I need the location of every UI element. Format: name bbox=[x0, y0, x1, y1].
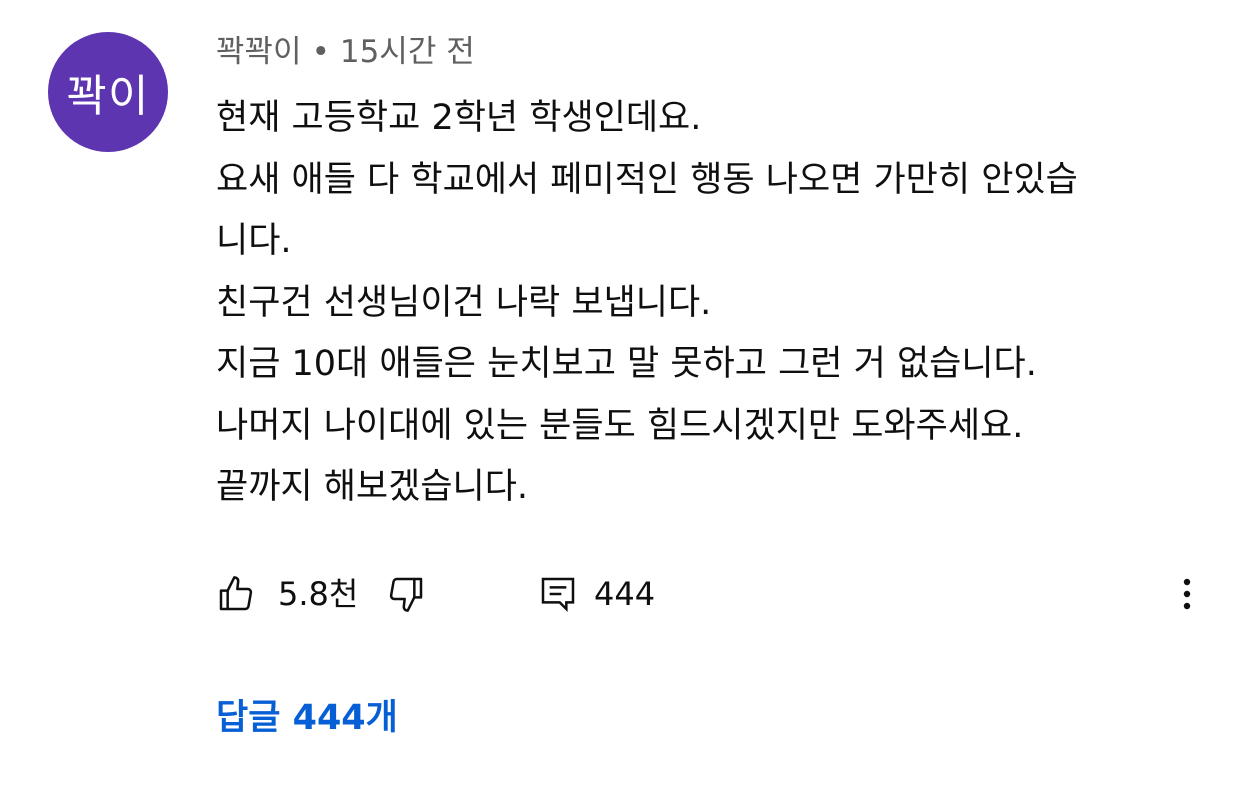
thumbs-down-icon bbox=[386, 574, 426, 614]
like-button[interactable] bbox=[216, 566, 256, 622]
more-vert-icon bbox=[1171, 574, 1203, 614]
like-count: 5.8천 bbox=[278, 575, 359, 613]
avatar[interactable]: 꽉이 bbox=[48, 32, 168, 152]
comment-text: 현재 고등학교 2학년 학생인데요. 요새 애들 다 학교에서 페미적인 행동 … bbox=[216, 88, 1196, 519]
reply-count: 444 bbox=[594, 575, 656, 613]
comment-line: 친구건 선생님이건 나락 보냅니다. bbox=[216, 282, 712, 323]
comment-line: 현재 고등학교 2학년 학생인데요. bbox=[216, 98, 702, 138]
comment-line: 지금 10대 애들은 눈치보고 말 못하고 그런 거 없습니다. bbox=[216, 344, 1037, 384]
comment-actions: 5.8천 444 bbox=[216, 566, 1206, 622]
dislike-button[interactable] bbox=[386, 566, 426, 622]
reply-button[interactable] bbox=[538, 566, 578, 622]
separator-dot: • bbox=[311, 34, 330, 70]
view-replies-link[interactable]: 답글 444개 bbox=[216, 692, 398, 744]
author-name[interactable]: 꽉꽉이 bbox=[216, 34, 302, 70]
comment-line: 니다. bbox=[216, 221, 292, 261]
comment-header: 꽉꽉이 • 15시간 전 bbox=[216, 30, 475, 74]
more-options-button[interactable] bbox=[1171, 566, 1203, 622]
comment-line: 끝까지 해보겠습니다. bbox=[216, 467, 529, 507]
comment-line: 요새 애들 다 학교에서 페미적인 행동 나오면 가만히 안있습 bbox=[216, 159, 1078, 200]
thumbs-up-icon bbox=[216, 574, 256, 614]
comment-line: 나머지 나이대에 있는 분들도 힘드시겠지만 도와주세요. bbox=[216, 405, 1024, 446]
comment-icon bbox=[538, 574, 578, 614]
comment-timestamp[interactable]: 15시간 전 bbox=[340, 34, 475, 70]
